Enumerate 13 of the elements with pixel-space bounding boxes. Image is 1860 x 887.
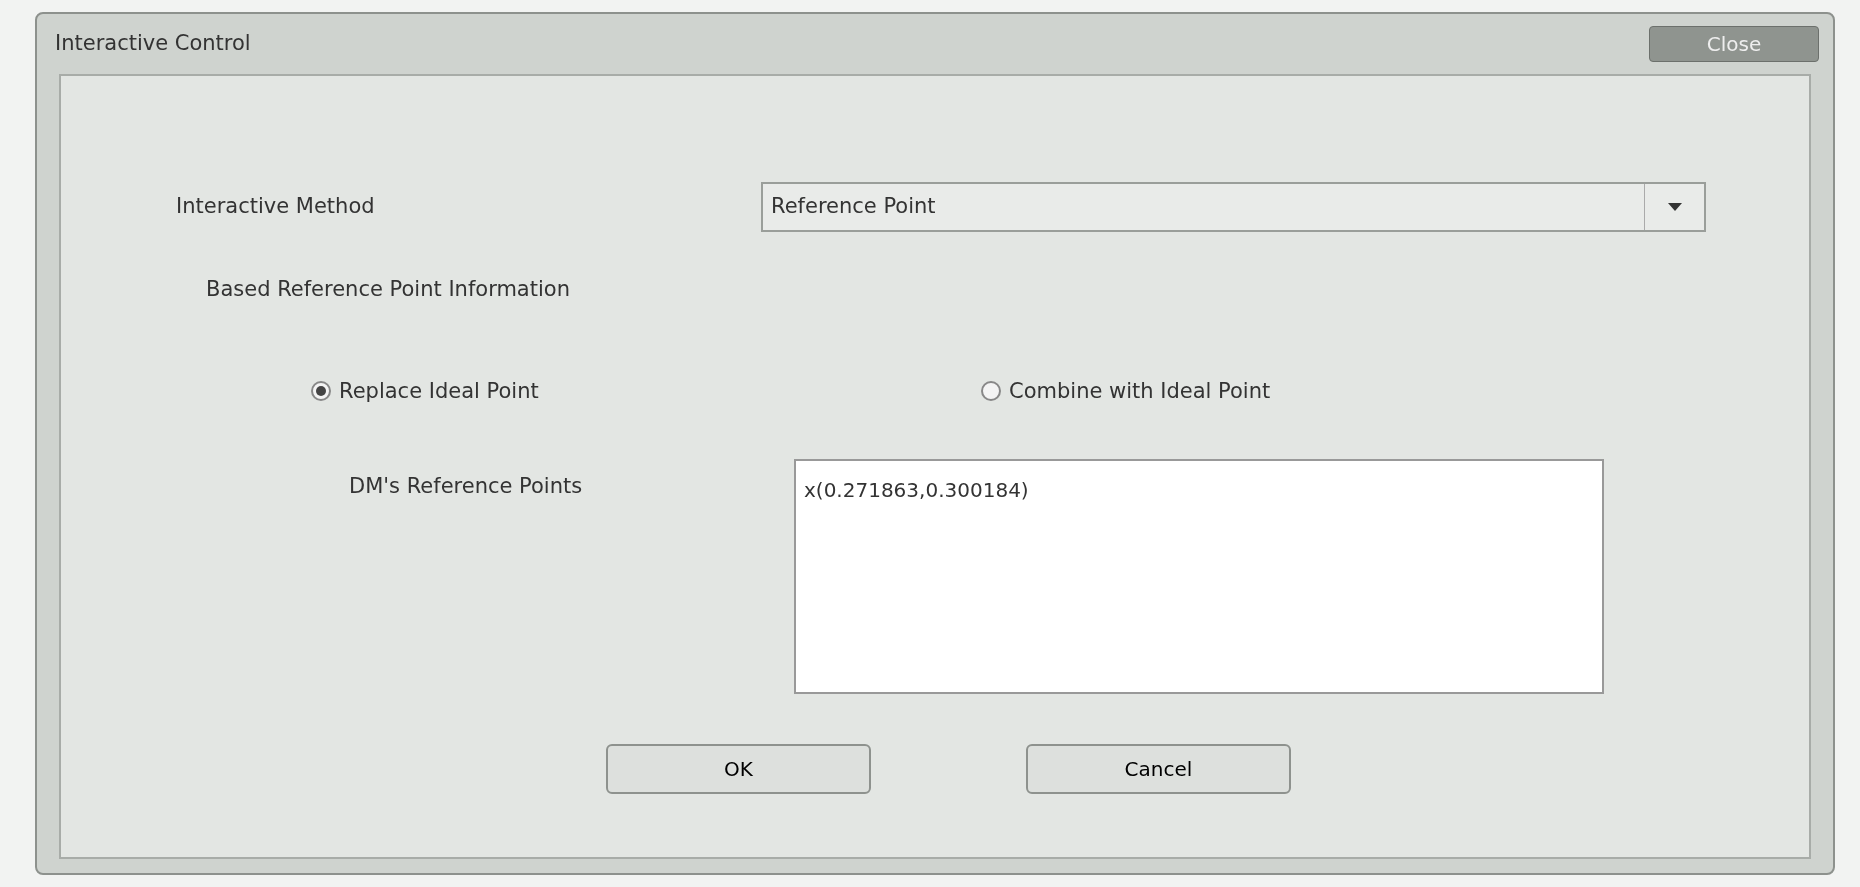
- ok-button[interactable]: OK: [606, 744, 871, 794]
- cancel-button[interactable]: Cancel: [1026, 744, 1291, 794]
- radio-button[interactable]: [981, 381, 1001, 402]
- radio-button[interactable]: [311, 381, 331, 402]
- window-title: Interactive Control: [55, 30, 251, 58]
- method-dropdown[interactable]: Reference Point: [761, 182, 1706, 232]
- section-label: Based Reference Point Information: [206, 277, 570, 301]
- dropdown-arrow-icon: [1667, 203, 1682, 211]
- reference-points-label: DM's Reference Points: [349, 473, 584, 500]
- option-label: Combine with Ideal Point: [1009, 377, 1271, 405]
- option-label: Replace Ideal Point: [339, 377, 539, 405]
- reference-points-field[interactable]: x(0.271863,0.300184): [794, 459, 1604, 694]
- method-label: Interactive Method: [176, 193, 376, 221]
